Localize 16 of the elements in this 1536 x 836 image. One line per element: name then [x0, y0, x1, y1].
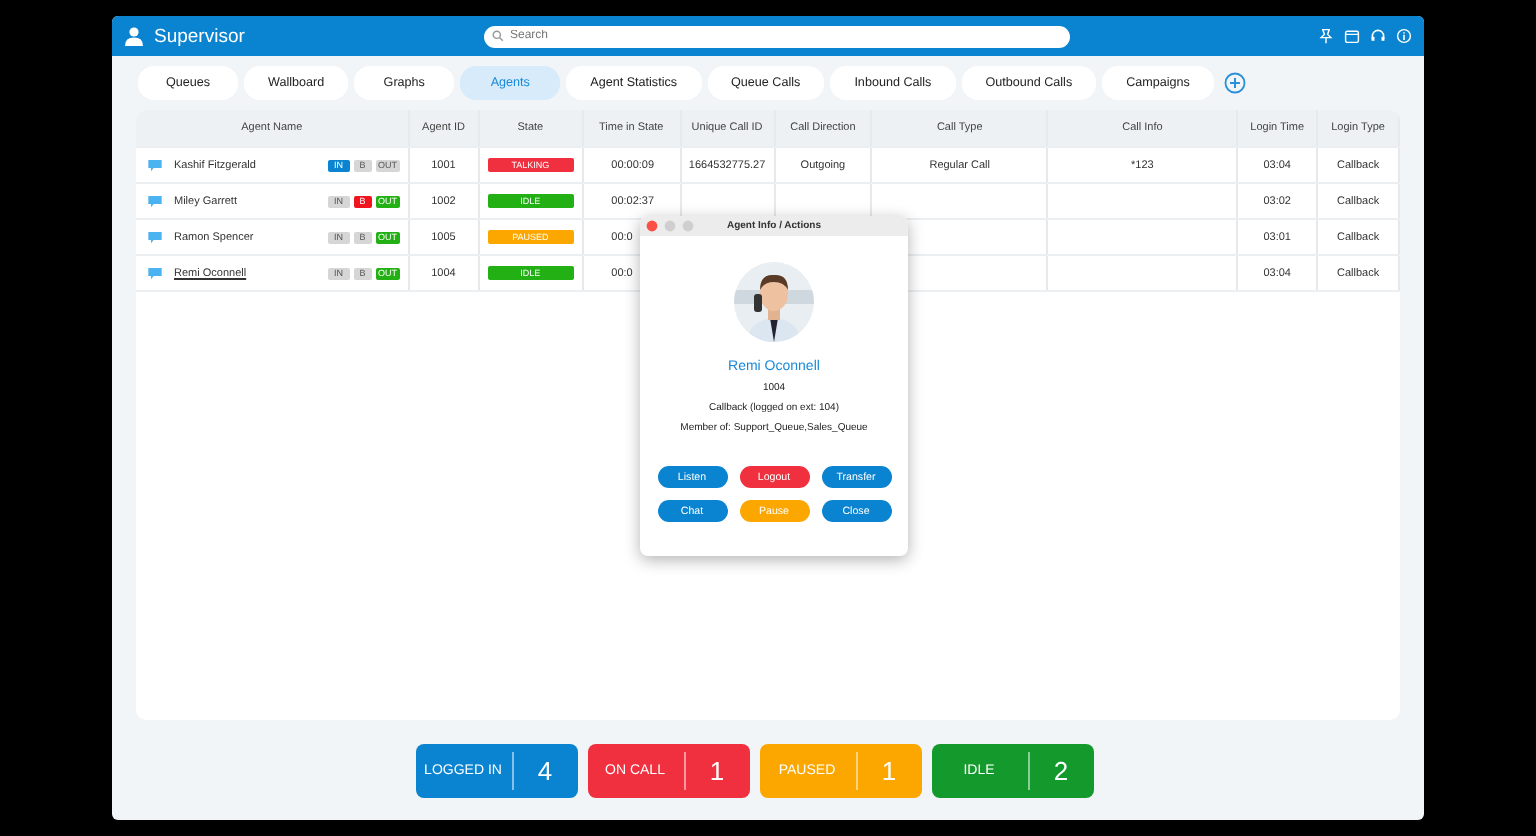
search-icon — [492, 30, 504, 42]
pin-icon[interactable] — [1318, 28, 1334, 44]
headset-icon[interactable] — [1370, 28, 1386, 44]
app-title: Supervisor — [154, 25, 247, 47]
chat-icon[interactable] — [148, 231, 162, 243]
chat-icon[interactable] — [148, 159, 162, 171]
counter-value: 4 — [535, 756, 555, 786]
counter-value: 1 — [879, 756, 899, 786]
chat-icon[interactable] — [148, 267, 162, 279]
counter-value: 2 — [1051, 756, 1071, 786]
chat-icon[interactable] — [148, 195, 162, 207]
counter-value: 1 — [707, 756, 727, 786]
info-icon[interactable] — [1396, 28, 1412, 44]
user-icon — [124, 26, 144, 46]
window-controls-icon[interactable] — [646, 220, 698, 232]
add-icon[interactable] — [1223, 71, 1246, 93]
